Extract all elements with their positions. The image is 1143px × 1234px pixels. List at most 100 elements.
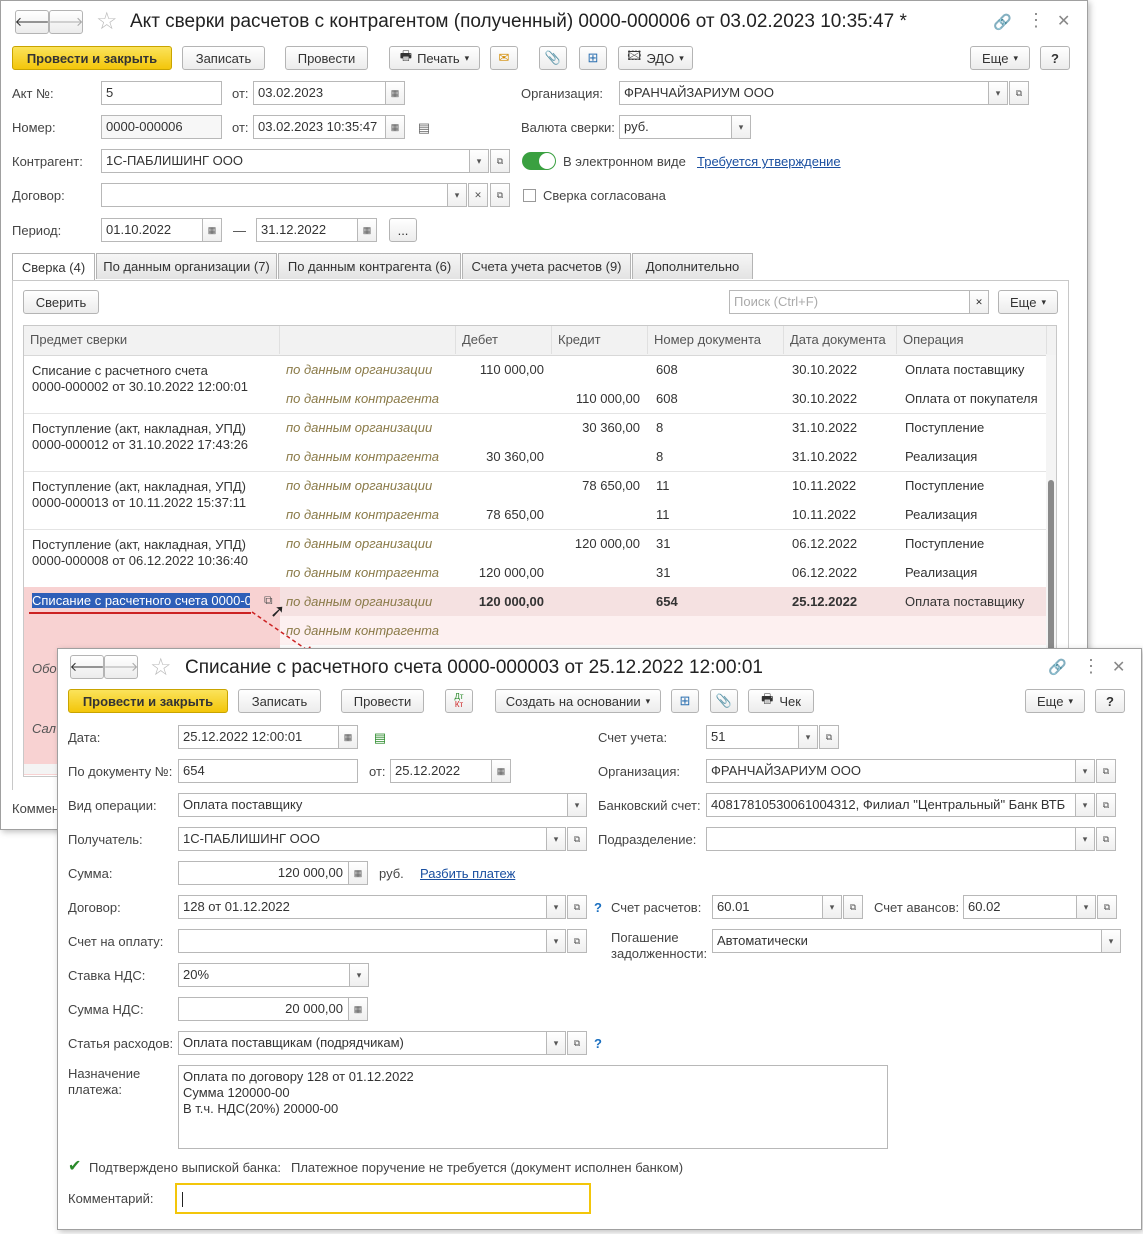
table-group[interactable]: Поступление (акт, накладная, УПД) 0000-00… xyxy=(24,529,1046,588)
calculator-icon[interactable]: ▦ xyxy=(348,998,367,1020)
doc-date-field[interactable]: 25.12.2022 ▦ xyxy=(390,759,511,783)
structure-button[interactable]: ⊞ xyxy=(671,689,699,713)
more-button[interactable]: Еще ▾ xyxy=(970,46,1030,70)
account-field[interactable]: 51 xyxy=(706,725,818,749)
tab-accounts[interactable]: Счета учета расчетов (9) xyxy=(462,253,631,279)
scrollbar-thumb[interactable] xyxy=(1048,480,1054,660)
vat-rate-field[interactable]: 20% xyxy=(178,963,369,987)
invoice-field[interactable] xyxy=(178,929,566,953)
history-icon[interactable]: ▤ xyxy=(415,119,433,137)
operation-field[interactable]: Оплата поставщику xyxy=(178,793,587,817)
open-icon[interactable]: ⧉ xyxy=(567,1031,587,1055)
open-icon[interactable]: ⧉ xyxy=(1097,895,1117,919)
approval-link[interactable]: Требуется утверждение xyxy=(697,154,841,169)
calendar-icon[interactable]: ▦ xyxy=(385,116,404,138)
chevron-down-icon[interactable] xyxy=(798,726,817,748)
clear-icon[interactable]: ✕ xyxy=(969,291,988,313)
more-button[interactable]: Еще ▾ xyxy=(1025,689,1085,713)
bank-confirmed-checkbox[interactable]: ✔ xyxy=(68,1159,82,1175)
col-doc-number[interactable]: Номер документа xyxy=(648,326,784,354)
menu-icon[interactable]: ⋮ xyxy=(1027,10,1045,31)
link-icon[interactable]: 🔗 xyxy=(993,13,1012,31)
tab-additional[interactable]: Дополнительно xyxy=(632,253,753,279)
col-doc-date[interactable]: Дата документа xyxy=(784,326,897,354)
contract-help-icon[interactable]: ? xyxy=(594,900,602,915)
create-basis-button[interactable]: Создать на основании ▾ xyxy=(495,689,661,713)
col-credit[interactable]: Кредит xyxy=(552,326,648,354)
chevron-down-icon[interactable] xyxy=(1075,760,1094,782)
forward-button[interactable]: 🡒 xyxy=(104,655,138,679)
division-field[interactable] xyxy=(706,827,1095,851)
open-icon[interactable]: ⧉ xyxy=(1096,793,1116,817)
split-payment-link[interactable]: Разбить платеж xyxy=(420,866,515,881)
reconcile-button[interactable]: Сверить xyxy=(23,290,99,314)
chevron-down-icon[interactable] xyxy=(1075,828,1094,850)
post-close-button[interactable]: Провести и закрыть xyxy=(68,689,228,713)
forward-button[interactable]: 🡒 xyxy=(49,10,83,34)
number-field[interactable]: 0000-000006 xyxy=(101,115,222,139)
open-icon[interactable]: ⧉ xyxy=(567,895,587,919)
settle-account-field[interactable]: 60.01 xyxy=(712,895,842,919)
menu-icon[interactable]: ⋮ xyxy=(1082,656,1100,677)
bank-account-field[interactable]: 40817810530061004312, Филиал "Центральны… xyxy=(706,793,1095,817)
expense-field[interactable]: Оплата поставщикам (подрядчикам) xyxy=(178,1031,566,1055)
table-group[interactable]: Поступление (акт, накладная, УПД) 0000-00… xyxy=(24,471,1046,530)
chevron-down-icon[interactable] xyxy=(1075,794,1094,816)
col-source[interactable] xyxy=(280,326,456,354)
chevron-down-icon[interactable] xyxy=(988,82,1007,104)
calendar-icon[interactable]: ▦ xyxy=(491,760,510,782)
calendar-icon[interactable]: ▦ xyxy=(338,726,357,748)
attach-button[interactable]: 📎 xyxy=(710,689,738,713)
print-button[interactable]: 🖶 Печать ▾ xyxy=(389,46,480,70)
chevron-down-icon[interactable] xyxy=(546,828,565,850)
org-field[interactable]: ФРАНЧАЙЗАРИУМ ООО xyxy=(619,81,1008,105)
doc-no-field[interactable]: 654 xyxy=(178,759,358,783)
purpose-textarea[interactable]: Оплата по договору 128 от 01.12.2022 Сум… xyxy=(178,1065,888,1149)
advance-account-field[interactable]: 60.02 xyxy=(963,895,1096,919)
post-button[interactable]: Провести xyxy=(341,689,424,713)
chevron-down-icon[interactable] xyxy=(822,896,841,918)
back-button[interactable]: 🡐 xyxy=(15,10,49,34)
email-button[interactable]: ✉ xyxy=(490,46,518,70)
col-operation[interactable]: Операция xyxy=(897,326,1047,354)
open-icon[interactable]: ⧉ xyxy=(1096,827,1116,851)
help-button[interactable]: ? xyxy=(1040,46,1070,70)
chevron-down-icon[interactable] xyxy=(731,116,750,138)
open-icon[interactable]: ⧉ xyxy=(819,725,839,749)
attach-button[interactable]: 📎 xyxy=(539,46,567,70)
repayment-field[interactable]: Автоматически xyxy=(712,929,1121,953)
post-button[interactable]: Провести xyxy=(285,46,368,70)
search-input[interactable]: Поиск (Ctrl+F) ✕ xyxy=(729,290,989,314)
date-field[interactable]: 25.12.2022 12:00:01 ▦ xyxy=(178,725,358,749)
period-select-button[interactable]: ... xyxy=(389,218,417,242)
number-date-field[interactable]: 03.02.2023 10:35:47 ▦ xyxy=(253,115,405,139)
selected-subject[interactable]: Списание с расчетного счета 0000-0 xyxy=(32,593,250,608)
star-icon[interactable]: ☆ xyxy=(150,653,172,682)
currency-field[interactable]: руб. xyxy=(619,115,751,139)
dt-kt-button[interactable]: Дт Кт xyxy=(445,689,473,713)
calendar-icon[interactable]: ▦ xyxy=(385,82,404,104)
chevron-down-icon[interactable] xyxy=(447,184,466,206)
col-subject[interactable]: Предмет сверки xyxy=(24,326,280,354)
save-button[interactable]: Записать xyxy=(182,46,265,70)
open-icon[interactable]: ⧉ xyxy=(567,929,587,953)
open-icon[interactable]: ⧉ xyxy=(1096,759,1116,783)
check-button[interactable]: 🖶 Чек xyxy=(748,689,814,713)
vat-amount-field[interactable]: 20 000,00 ▦ xyxy=(178,997,368,1021)
history-check-icon[interactable]: ▤ xyxy=(371,729,389,747)
expense-help-icon[interactable]: ? xyxy=(594,1036,602,1051)
chevron-down-icon[interactable] xyxy=(349,964,368,986)
calendar-icon[interactable]: ▦ xyxy=(202,219,221,241)
open-icon[interactable]: ⧉ xyxy=(490,183,510,207)
tab-counterparty-data[interactable]: По данным контрагента (6) xyxy=(278,253,461,279)
chevron-down-icon[interactable] xyxy=(1101,930,1120,952)
act-date-field[interactable]: 03.02.2023 ▦ xyxy=(253,81,405,105)
save-button[interactable]: Записать xyxy=(238,689,321,713)
electronic-toggle[interactable] xyxy=(522,152,556,170)
recipient-field[interactable]: 1С-ПАБЛИШИНГ ООО xyxy=(178,827,566,851)
table-group[interactable]: Списание с расчетного счета 0000-000002 о… xyxy=(24,355,1046,414)
comment-field[interactable] xyxy=(175,1183,591,1214)
back-button[interactable]: 🡐 xyxy=(70,655,104,679)
table-more-button[interactable]: Еще ▾ xyxy=(998,290,1058,314)
clear-icon[interactable]: ✕ xyxy=(468,183,488,207)
